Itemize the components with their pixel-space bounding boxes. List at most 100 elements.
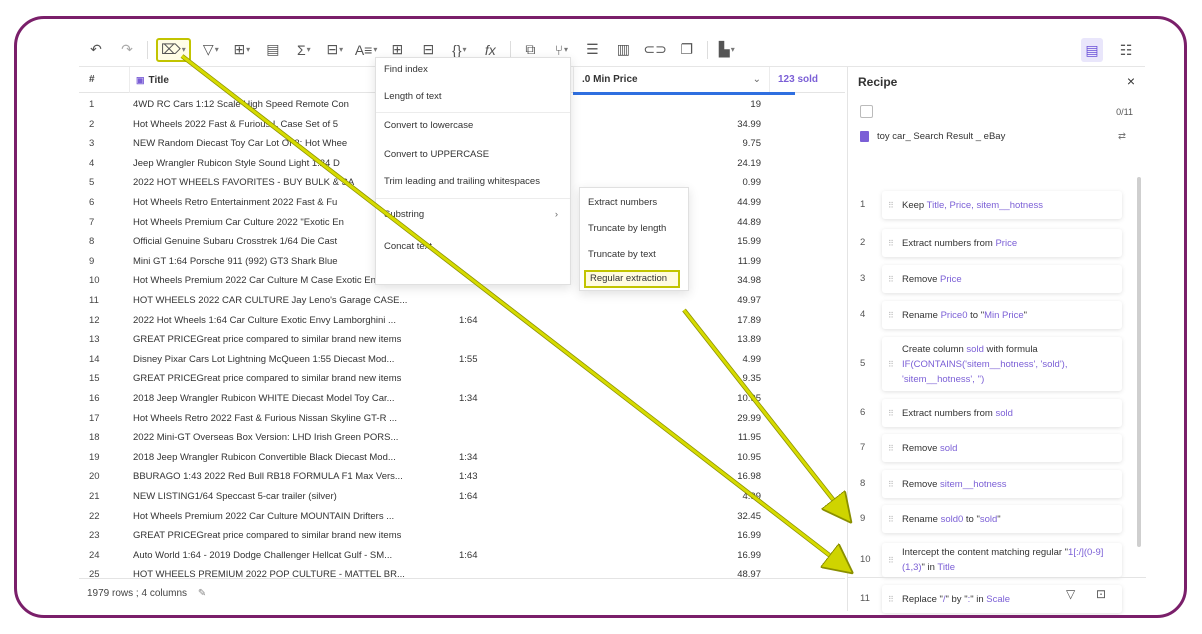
layout-icon[interactable]: ▥ [612,38,634,62]
step-card[interactable]: ⠿ Remove Price [882,265,1122,293]
recipe-step[interactable]: 5 ⠿ Create column sold with formula IF(CON… [860,337,1128,391]
cell-title[interactable]: 2018 Jeep Wrangler Rubicon Convertible B… [133,448,451,468]
cell-title[interactable]: BBURAGO 1:43 2022 Red Bull RB18 FORMULA … [133,467,451,487]
cell-title[interactable]: 2022 Mini-GT Overseas Box Version: LHD I… [133,428,451,448]
table-row[interactable]: 15 GREAT PRICEGreat price compared to sim… [79,369,845,389]
cell-min-price[interactable]: 19 [573,95,761,115]
cell-min-price[interactable]: 16.98 [573,467,761,487]
step-card[interactable]: ⠿ Remove sitem__hotness [882,470,1122,498]
calc-icon[interactable]: ▤ [262,38,284,62]
submenu-regular-extraction[interactable]: Regular extraction [584,270,680,288]
cell-title[interactable]: GREAT PRICEGreat price compared to simil… [133,526,451,546]
list-icon[interactable]: ☰ [581,38,603,62]
drag-handle-icon[interactable]: ⠿ [888,512,894,527]
cell-title[interactable]: HOT WHEELS PREMIUM 2022 POP CULTURE - MA… [133,565,451,578]
recipe-step[interactable]: 7 ⠿ Remove sold [860,434,1128,462]
step-card[interactable]: ⠿ Remove sold [882,434,1122,462]
link-icon[interactable]: ⊂⊃ [643,38,666,62]
cell-min-price[interactable]: 17.89 [573,311,761,331]
submenu-truncate-text[interactable]: Truncate by text [580,249,688,260]
table-row[interactable]: 11 HOT WHEELS 2022 CAR CULTURE Jay Leno's… [79,291,845,311]
table-row[interactable]: 17 Hot Wheels Retro 2022 Fast & Furious N… [79,409,845,429]
recipe-step[interactable]: 1 ⠿ Keep Title, Price, sitem__hotness [860,191,1128,219]
table-row[interactable]: 25 HOT WHEELS PREMIUM 2022 POP CULTURE - … [79,565,845,578]
step-card[interactable]: ⠿ Rename sold0 to "sold" [882,505,1122,533]
cell-title[interactable]: Hot Wheels Premium 2022 Car Culture MOUN… [133,507,451,527]
drag-handle-icon[interactable]: ⠿ [888,441,894,456]
table-row[interactable]: 14 Disney Pixar Cars Lot Lightning McQuee… [79,350,845,370]
cell-title[interactable]: NEW LISTING1/64 Speccast 5-car trailer (… [133,487,451,507]
cell-title[interactable]: Auto World 1:64 - 2019 Dodge Challenger … [133,546,451,566]
cell-min-price[interactable]: 48.97 [573,565,761,578]
chart-icon[interactable]: ▙ ▾ [716,38,738,62]
cell-title[interactable]: Disney Pixar Cars Lot Lightning McQueen … [133,350,451,370]
drag-handle-icon[interactable]: ⠿ [888,308,894,323]
cell-min-price[interactable]: 34.99 [573,115,761,135]
cell-min-price[interactable]: 16.99 [573,526,761,546]
table-row[interactable]: 20 BBURAGO 1:43 2022 Red Bull RB18 FORMUL… [79,467,845,487]
table-row[interactable]: 18 2022 Mini-GT Overseas Box Version: LHD… [79,428,845,448]
step-card[interactable]: ⠿ Extract numbers from Price [882,229,1122,257]
cell-title[interactable]: HOT WHEELS 2022 CAR CULTURE Jay Leno's G… [133,291,451,311]
column-icon[interactable]: ⊞ ▾ [231,38,253,62]
recipe-step[interactable]: 9 ⠿ Rename sold0 to "sold" [860,505,1128,533]
submenu-truncate-length[interactable]: Truncate by length [580,223,688,234]
redo-icon[interactable]: ↷ [116,38,138,62]
table-row[interactable]: 19 2018 Jeep Wrangler Rubicon Convertible… [79,448,845,468]
cell-scale[interactable]: 1:34 [459,389,539,409]
table-row[interactable]: 21 NEW LISTING1/64 Speccast 5-car trailer… [79,487,845,507]
cell-title[interactable]: 2018 Jeep Wrangler Rubicon WHITE Diecast… [133,389,451,409]
menu-item-find-index[interactable]: Find index [376,64,570,75]
cell-scale[interactable]: 1:64 [459,311,539,331]
menu-item-length-of-text[interactable]: Length of text [376,91,570,102]
cell-title[interactable]: 2022 Hot Wheels 1:64 Car Culture Exotic … [133,311,451,331]
cell-min-price[interactable]: 10.95 [573,389,761,409]
cell-scale[interactable]: 1:34 [459,448,539,468]
cell-title[interactable]: Hot Wheels Retro 2022 Fast & Furious Nis… [133,409,451,429]
step-card[interactable]: ⠿ Extract numbers from sold [882,399,1122,427]
step-card[interactable]: ⠿ Keep Title, Price, sitem__hotness [882,191,1122,219]
filter-icon[interactable]: ▽ ▾ [200,38,222,62]
drag-handle-icon[interactable]: ⠿ [888,272,894,287]
recipe-scrollbar[interactable] [1137,177,1141,547]
select-all-checkbox[interactable] [860,105,873,118]
cell-scale[interactable]: 1:64 [459,487,539,507]
cell-min-price[interactable]: 29.99 [573,409,761,429]
cell-min-price[interactable]: 11.95 [573,428,761,448]
close-icon[interactable]: × [1127,73,1135,89]
sum-icon[interactable]: Σ ▾ [293,38,315,62]
cell-min-price[interactable]: 10.95 [573,448,761,468]
submenu-extract-numbers[interactable]: Extract numbers [580,197,688,208]
cell-min-price[interactable]: 4.99 [573,487,762,507]
menu-item-lowercase[interactable]: Convert to lowercase [376,120,570,131]
undo-icon[interactable]: ↶ [85,38,107,62]
clean-icon[interactable]: ⌦ ▾ [156,37,191,62]
header-sold[interactable]: 123 sold [769,67,845,93]
table-row[interactable]: 13 GREAT PRICEGreat price compared to sim… [79,330,845,350]
menu-item-trim[interactable]: Trim leading and trailing whitespaces [376,176,570,187]
step-card[interactable]: ⠿ Rename Price0 to "Min Price" [882,301,1122,329]
table-row[interactable]: 23 GREAT PRICEGreat price compared to sim… [79,526,845,546]
cell-min-price[interactable]: 4.99 [573,350,762,370]
drag-handle-icon[interactable]: ⠿ [888,477,894,492]
recipe-step[interactable]: 6 ⠿ Extract numbers from sold [860,399,1128,427]
drag-handle-icon[interactable]: ⠿ [888,553,894,568]
recipe-step[interactable]: 10 ⠿ Intercept the content matching regula… [860,543,1128,577]
menu-item-substring[interactable]: Substring › [376,209,570,220]
filter-icon[interactable]: ▽ [1066,587,1075,601]
step-card[interactable]: ⠿ Intercept the content matching regular … [882,543,1122,577]
text-icon[interactable]: A≡ ▾ [355,38,378,62]
cell-min-price[interactable]: 16.99 [573,546,761,566]
drag-handle-icon[interactable]: ⠿ [888,198,894,213]
cell-min-price[interactable]: 9.35 [573,369,762,389]
drag-handle-icon[interactable]: ⠿ [888,357,894,372]
cell-title[interactable]: GREAT PRICEGreat price compared to simil… [133,330,451,350]
drag-handle-icon[interactable]: ⠿ [888,406,894,421]
menu-item-uppercase[interactable]: Convert to UPPERCASE [376,149,570,160]
search-list-icon[interactable]: ☷ [1115,38,1137,62]
drag-handle-icon[interactable]: ⠿ [888,236,894,251]
cell-scale[interactable]: 1:43 [459,467,539,487]
cell-min-price[interactable]: 49.97 [573,291,761,311]
cell-title[interactable]: GREAT PRICEGreat price compared to simil… [133,369,451,389]
edit-icon[interactable]: ✎ [198,588,206,599]
